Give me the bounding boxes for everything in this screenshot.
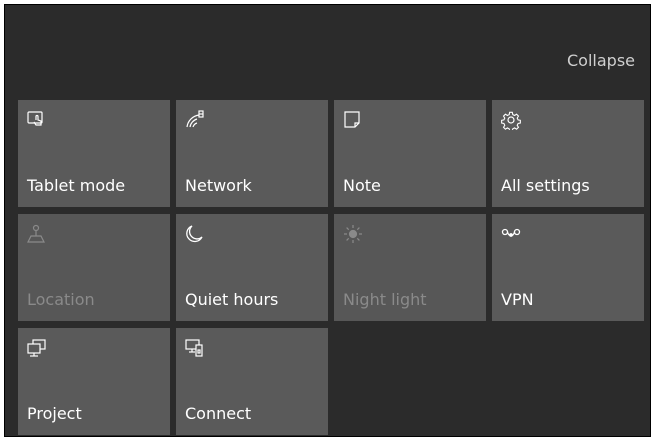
moon-icon (185, 224, 205, 244)
connect-icon (185, 338, 205, 358)
tile-network[interactable]: Network (176, 100, 328, 207)
location-icon (27, 224, 47, 244)
note-icon (343, 110, 363, 130)
action-center-panel: Collapse Tablet mode Network Note All se… (4, 4, 651, 437)
quick-actions-grid: Tablet mode Network Note All settings Lo… (18, 100, 648, 435)
collapse-button[interactable]: Collapse (567, 51, 635, 70)
tile-location[interactable]: Location (18, 214, 170, 321)
gear-icon (501, 110, 521, 130)
tile-quiet-hours[interactable]: Quiet hours (176, 214, 328, 321)
tile-label: Quiet hours (185, 290, 279, 309)
network-icon (185, 110, 205, 130)
tile-label: Location (27, 290, 95, 309)
tile-label: Night light (343, 290, 427, 309)
tile-label: All settings (501, 176, 590, 195)
tile-label: Tablet mode (27, 176, 126, 195)
tile-connect[interactable]: Connect (176, 328, 328, 435)
tile-night-light[interactable]: Night light (334, 214, 486, 321)
tile-tablet-mode[interactable]: Tablet mode (18, 100, 170, 207)
tile-vpn[interactable]: VPN (492, 214, 644, 321)
tablet-mode-icon (27, 110, 47, 130)
sun-icon (343, 224, 363, 244)
vpn-icon (501, 224, 521, 244)
tile-label: VPN (501, 290, 534, 309)
project-icon (27, 338, 47, 358)
tile-all-settings[interactable]: All settings (492, 100, 644, 207)
tile-label: Network (185, 176, 252, 195)
tile-label: Project (27, 404, 82, 423)
tile-label: Note (343, 176, 381, 195)
tile-note[interactable]: Note (334, 100, 486, 207)
tile-label: Connect (185, 404, 252, 423)
tile-project[interactable]: Project (18, 328, 170, 435)
